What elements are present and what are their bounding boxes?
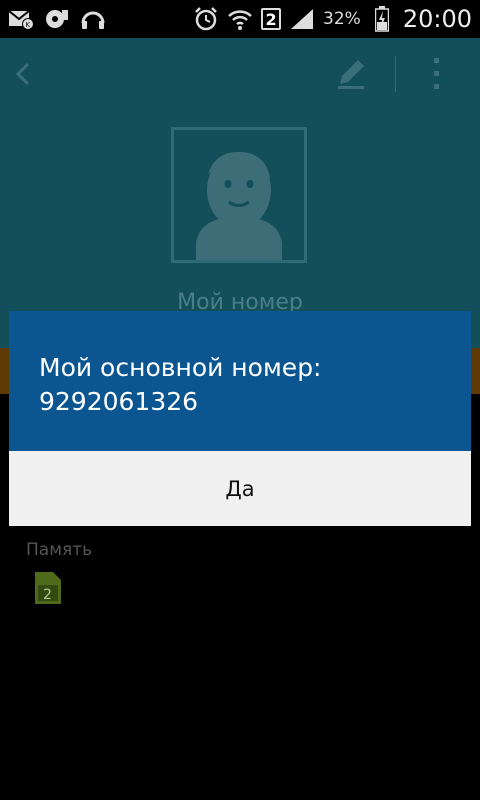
dialog-message-line1: Мой основной номер: <box>39 353 322 382</box>
mail-icon: K <box>8 6 34 32</box>
status-bar: K 2 32% 20:00 <box>0 0 480 38</box>
action-divider <box>395 56 396 92</box>
battery-percent: 32% <box>323 9 361 29</box>
headphones-icon <box>80 6 106 32</box>
chevron-left-icon <box>15 62 30 86</box>
dialog-message: Мой основной номер: 9292061326 <box>39 351 449 419</box>
signal-icon <box>289 6 315 32</box>
person-silhouette-icon <box>196 151 282 260</box>
section-label-memory: Память <box>26 540 93 560</box>
pencil-icon <box>338 60 364 89</box>
edit-button[interactable] <box>332 56 372 92</box>
clock: 20:00 <box>402 5 472 33</box>
dialog-message-area: Мой основной номер: 9292061326 <box>9 311 471 451</box>
battery-icon <box>369 6 395 32</box>
sim-card-icon: 2 <box>33 570 63 606</box>
confirm-button[interactable]: Да <box>9 451 471 526</box>
svg-text:K: K <box>26 21 31 29</box>
sim2-icon: 2 <box>261 8 282 30</box>
alert-dialog: Мой основной номер: 9292061326 Да <box>9 311 471 526</box>
vinyl-icon <box>44 6 70 32</box>
alarm-icon <box>193 6 219 32</box>
more-vert-icon <box>434 58 439 89</box>
wifi-icon <box>227 6 253 32</box>
action-bar <box>0 38 480 110</box>
back-button[interactable] <box>8 56 42 92</box>
dialog-message-number: 9292061326 <box>39 387 199 416</box>
contact-header: Мой номер <box>0 38 480 348</box>
sim-badge-number: 2 <box>43 587 52 603</box>
contact-avatar[interactable] <box>171 127 307 263</box>
more-options-button[interactable] <box>422 56 452 92</box>
